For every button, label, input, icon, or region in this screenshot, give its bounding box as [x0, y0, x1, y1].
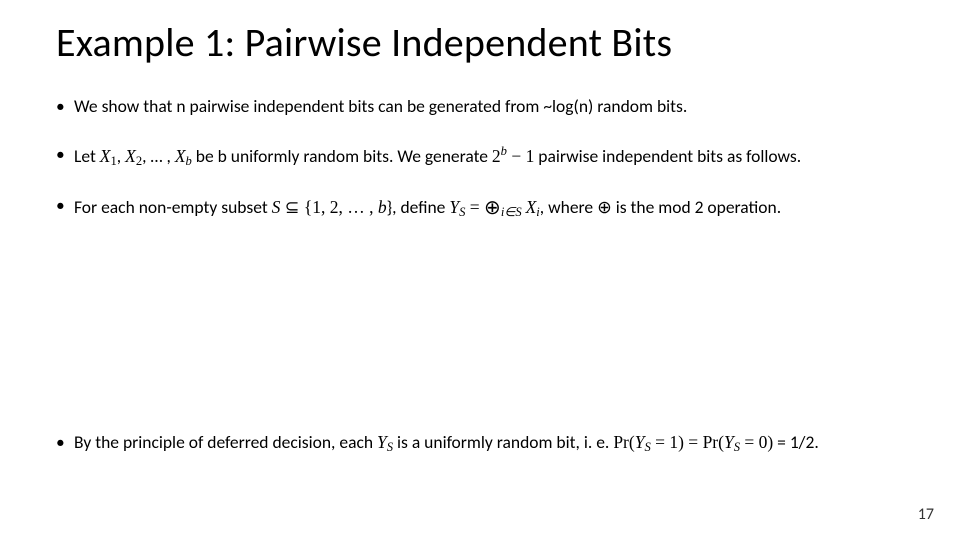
b2-minus1: − 1 — [507, 146, 534, 166]
b2-dots: , … , — [142, 145, 175, 167]
bullet-4: By the principle of deferred decision, e… — [56, 431, 904, 456]
b4-eq0: = 0) — [740, 432, 773, 452]
b2-X1: X — [100, 146, 111, 166]
xor-icon-2: ⊕ — [597, 197, 612, 217]
slide: Example 1: Pairwise Independent Bits We … — [0, 0, 960, 540]
page-number: 17 — [918, 505, 934, 524]
b3-subset: ⊆ {1, 2, … , — [280, 197, 377, 217]
b4-Y: Y — [377, 432, 387, 452]
b3-t2: , where — [540, 196, 597, 218]
b2-t2: be b uniformly random bits. We generate — [192, 145, 492, 167]
b4-t1: By the principle of deferred decision, e… — [74, 431, 377, 453]
b3-eq: = — [465, 197, 484, 217]
b2-Xb: X — [175, 146, 186, 166]
b2-X2: X — [125, 146, 136, 166]
b3-b: b — [378, 197, 387, 217]
xor-icon: ⊕ — [484, 197, 501, 219]
bullet-2: Let X1, X2, … , Xb be b uniformly random… — [56, 143, 904, 170]
b3-t3: is the mod 2 operation. — [612, 196, 781, 218]
b2-t1: Let — [74, 145, 100, 167]
b4-Y3: Y — [724, 432, 734, 452]
b4-Pr2: Pr — [703, 432, 719, 452]
b3-close: }, define — [387, 196, 450, 218]
b4-Y2: Y — [635, 432, 645, 452]
bullet-1: We show that n pairwise independent bits… — [56, 95, 904, 119]
slide-title: Example 1: Pairwise Independent Bits — [56, 18, 904, 67]
b2-c1: , — [117, 145, 125, 167]
b2-t3: pairwise independent bits as follows. — [534, 145, 801, 167]
bullet-list: We show that n pairwise independent bits… — [56, 95, 904, 456]
b4-eq1: = 1) = — [651, 432, 703, 452]
b3-Y: Y — [449, 197, 459, 217]
bullet-1-text: We show that n pairwise independent bits… — [74, 95, 687, 117]
b4-Pr: Pr — [613, 432, 629, 452]
b3-X: X — [526, 197, 537, 217]
b3-t1: For each non-empty subset — [74, 196, 272, 218]
bullet-3: For each non-empty subset S ⊆ {1, 2, … ,… — [56, 194, 904, 221]
b4-t2: is a uniformly random bit, i. e. — [393, 431, 613, 453]
b3-sumsub: i∈S — [501, 205, 522, 219]
b4-tail: = 1/2. — [773, 431, 819, 453]
b2-two: 2 — [492, 146, 501, 166]
